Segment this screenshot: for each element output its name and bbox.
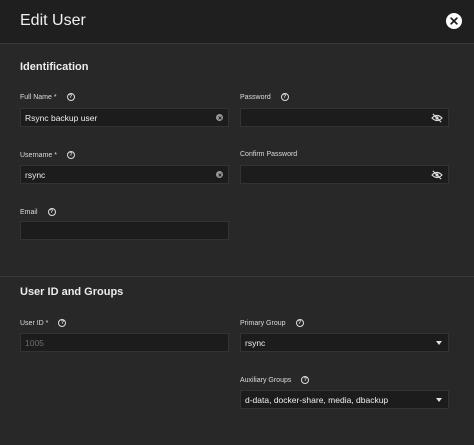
help-icon[interactable]: ? bbox=[47, 208, 56, 216]
user-id-label: User ID * ? bbox=[20, 319, 67, 327]
full-name-value: Rsync backup user bbox=[25, 112, 98, 123]
dialog-title: Edit User bbox=[20, 12, 86, 29]
eye-off-icon[interactable] bbox=[431, 112, 443, 123]
help-icon[interactable]: ? bbox=[301, 376, 310, 384]
full-name-label: Full Name * ? bbox=[20, 93, 75, 101]
password-input[interactable] bbox=[240, 108, 449, 127]
primary-group-select[interactable]: rsync bbox=[240, 333, 449, 352]
password-label: Password ? bbox=[240, 93, 289, 101]
section-title-identification: Identification bbox=[20, 61, 89, 73]
username-value: rsync bbox=[25, 169, 46, 180]
help-icon[interactable]: ? bbox=[66, 93, 75, 101]
identification-section: Identification Full Name * ? Rsync backu… bbox=[0, 45, 474, 275]
help-icon[interactable]: ? bbox=[280, 93, 289, 101]
auxiliary-groups-select[interactable]: d-data, docker-share, media, dbackup bbox=[240, 390, 449, 409]
clear-icon[interactable] bbox=[216, 114, 223, 121]
help-icon[interactable]: ? bbox=[66, 151, 75, 159]
primary-group-value: rsync bbox=[245, 337, 266, 348]
primary-group-label: Primary Group ? bbox=[240, 319, 304, 327]
user-id-value: 1005 bbox=[25, 337, 44, 348]
user-id-groups-section: User ID and Groups User ID * ? 1005 Prim… bbox=[0, 276, 474, 445]
full-name-input[interactable]: Rsync backup user bbox=[20, 108, 229, 127]
eye-off-icon[interactable] bbox=[431, 169, 443, 180]
username-input[interactable]: rsync bbox=[20, 165, 229, 184]
confirm-password-input[interactable] bbox=[240, 165, 449, 184]
help-icon[interactable]: ? bbox=[58, 319, 67, 327]
email-input[interactable] bbox=[20, 221, 229, 240]
username-label: Username * ? bbox=[20, 151, 75, 159]
section-title-user-id-groups: User ID and Groups bbox=[20, 286, 124, 298]
auxiliary-groups-value: d-data, docker-share, media, dbackup bbox=[245, 394, 389, 405]
user-id-input[interactable]: 1005 bbox=[20, 333, 229, 352]
clear-icon[interactable] bbox=[216, 171, 223, 178]
caret-down-icon bbox=[436, 397, 442, 402]
email-label: Email ? bbox=[20, 208, 56, 216]
dialog-header: Edit User bbox=[0, 0, 474, 44]
caret-down-icon bbox=[436, 340, 442, 345]
close-icon bbox=[450, 17, 458, 25]
close-button[interactable] bbox=[446, 13, 462, 29]
auxiliary-groups-label: Auxiliary Groups ? bbox=[240, 376, 310, 384]
confirm-password-label: Confirm Password bbox=[240, 151, 298, 158]
help-icon[interactable]: ? bbox=[295, 319, 304, 327]
